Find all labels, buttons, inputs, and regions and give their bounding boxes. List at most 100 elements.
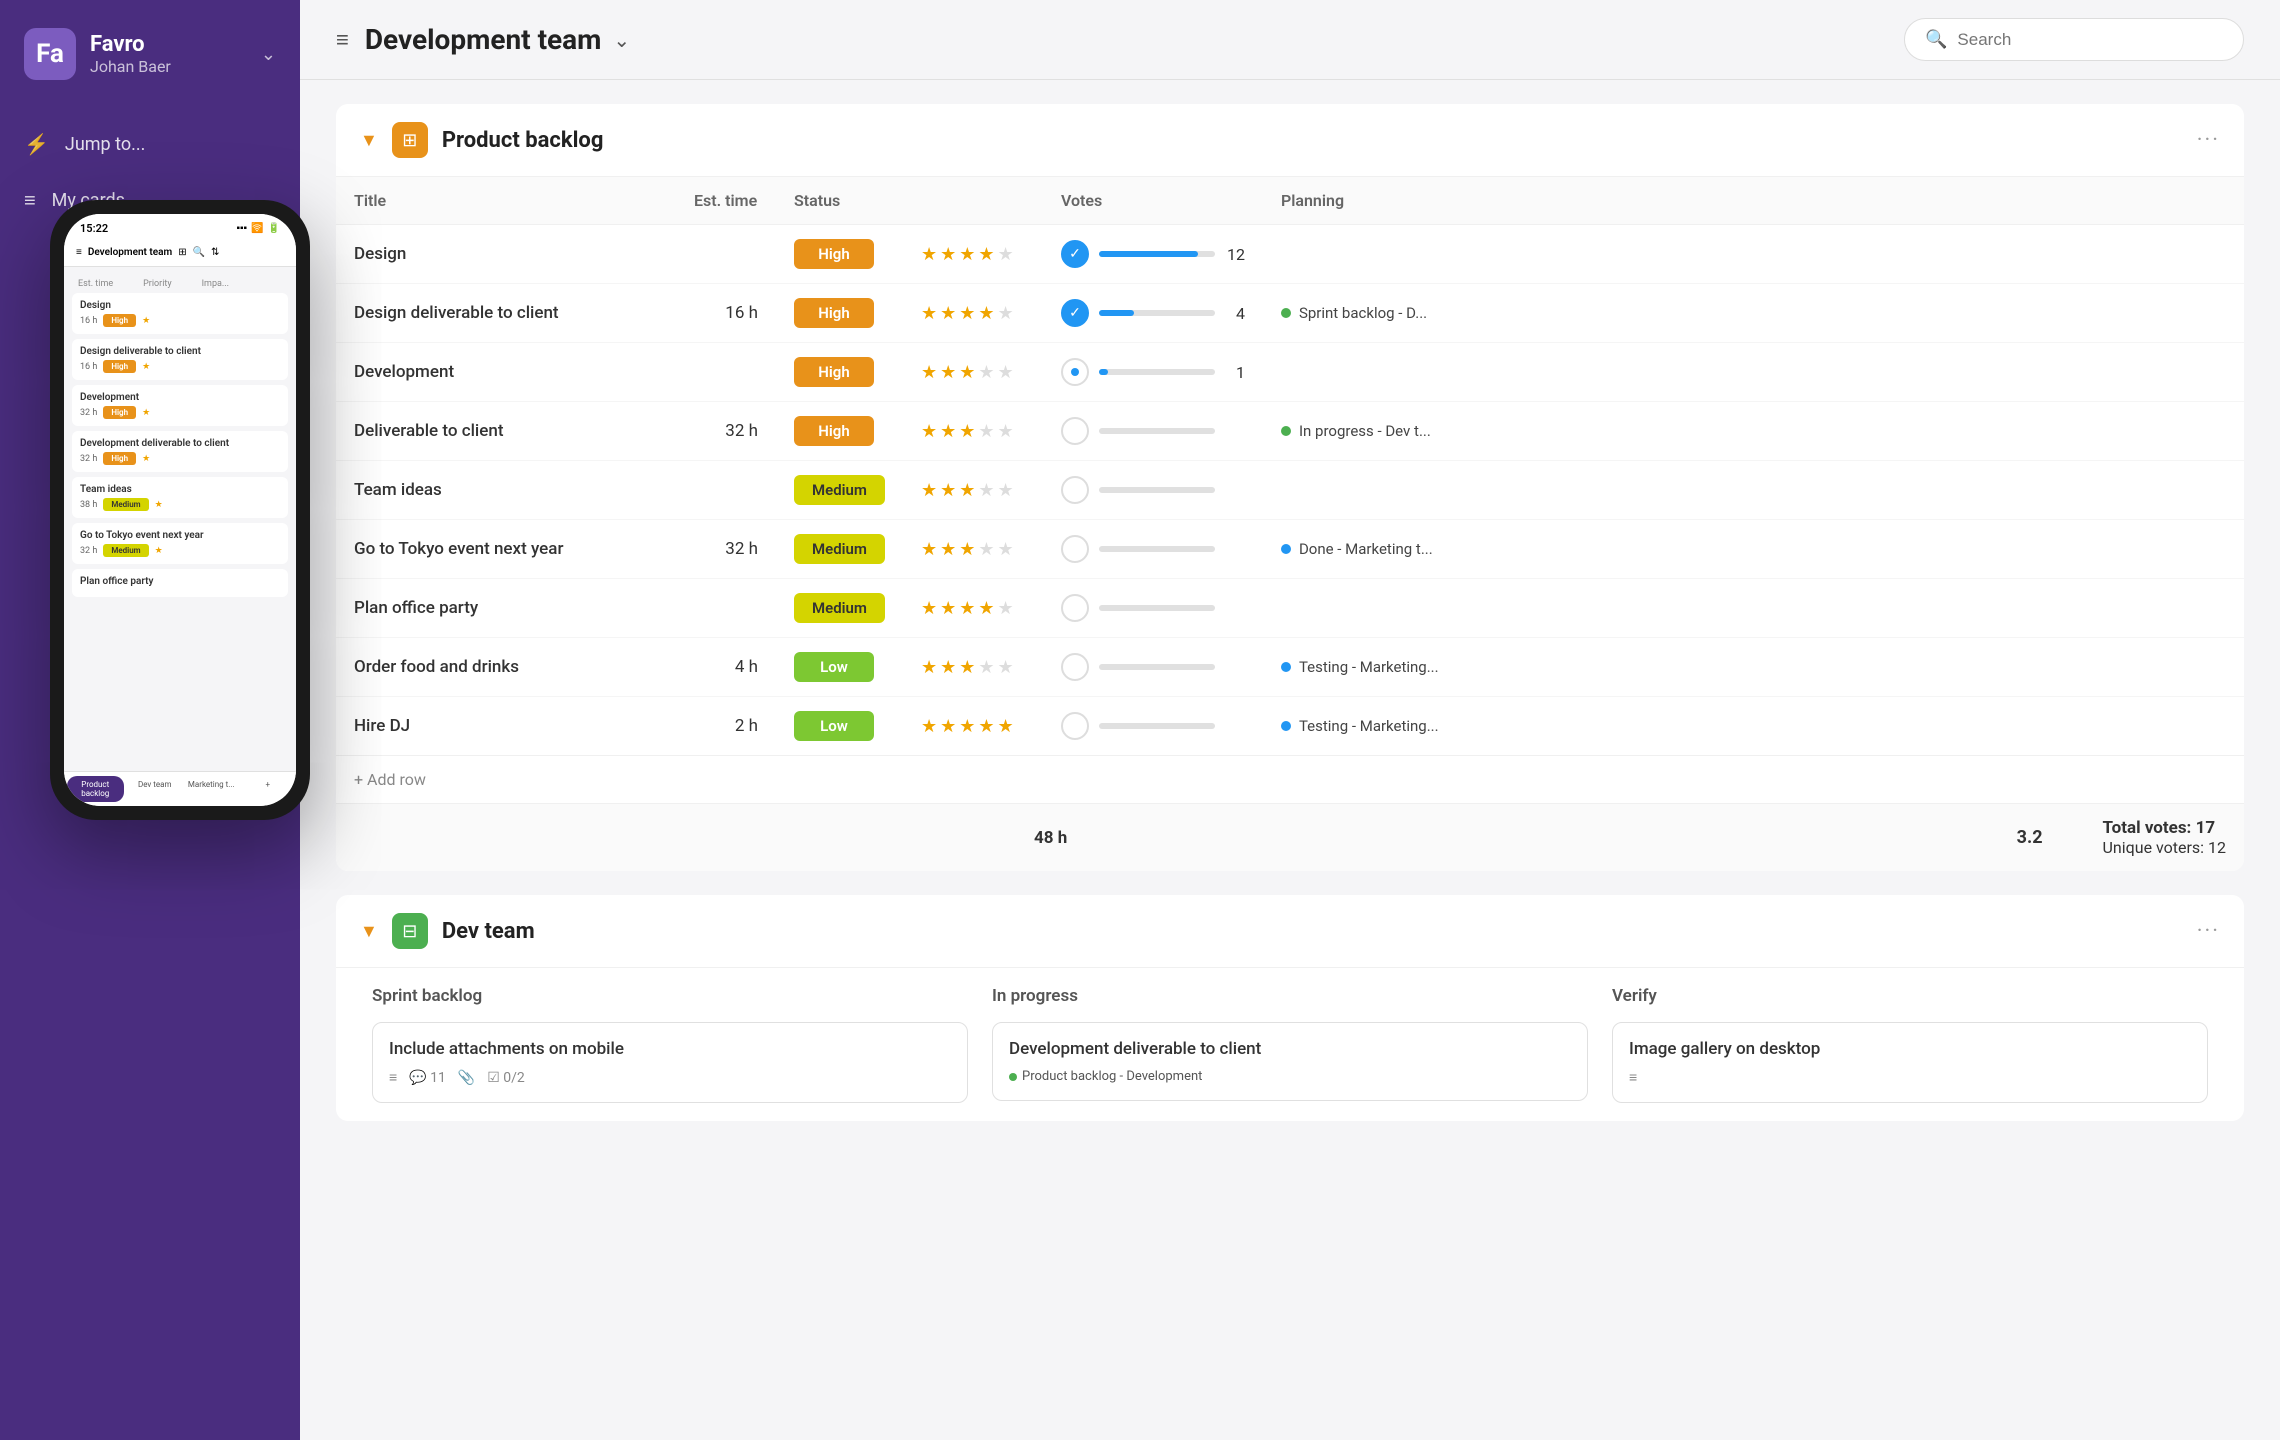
star-filled-icon[interactable]: ★	[921, 421, 937, 442]
star-filled-icon[interactable]: ★	[940, 421, 956, 442]
phone-row[interactable]: Development deliverable to client32 hHig…	[72, 431, 288, 472]
star-empty-icon[interactable]: ★	[998, 362, 1014, 383]
vote-unchecked-icon[interactable]	[1061, 358, 1089, 386]
row-votes[interactable]	[1043, 520, 1263, 579]
star-filled-icon[interactable]: ★	[959, 244, 975, 265]
vote-unchecked-icon[interactable]	[1061, 653, 1089, 681]
star-empty-icon[interactable]: ★	[998, 480, 1014, 501]
row-stars[interactable]: ★★★★★	[903, 638, 1043, 697]
row-status[interactable]: Medium	[776, 520, 903, 579]
row-status[interactable]: Medium	[776, 461, 903, 520]
star-empty-icon[interactable]: ★	[978, 539, 994, 560]
row-stars[interactable]: ★★★★★	[903, 579, 1043, 638]
row-votes[interactable]	[1043, 402, 1263, 461]
star-filled-icon[interactable]: ★	[940, 303, 956, 324]
row-planning[interactable]	[1263, 579, 2244, 638]
star-filled-icon[interactable]: ★	[940, 362, 956, 383]
star-filled-icon[interactable]: ★	[940, 480, 956, 501]
phone-row[interactable]: Team ideas38 hMedium★	[72, 477, 288, 518]
row-planning[interactable]: Sprint backlog - D...	[1263, 284, 2244, 343]
star-filled-icon[interactable]: ★	[959, 421, 975, 442]
star-filled-icon[interactable]: ★	[921, 244, 937, 265]
collapse-arrow-icon[interactable]: ▼	[360, 130, 378, 151]
star-filled-icon[interactable]: ★	[959, 598, 975, 619]
menu-icon[interactable]: ≡	[336, 27, 349, 53]
star-filled-icon[interactable]: ★	[959, 539, 975, 560]
row-status[interactable]: High	[776, 402, 903, 461]
star-filled-icon[interactable]: ★	[921, 480, 937, 501]
phone-row[interactable]: Development32 hHigh★	[72, 385, 288, 426]
row-votes[interactable]: ✓12	[1043, 225, 1263, 284]
dev-collapse-arrow-icon[interactable]: ▼	[360, 921, 378, 942]
row-status[interactable]: High	[776, 284, 903, 343]
star-empty-icon[interactable]: ★	[998, 244, 1014, 265]
row-status[interactable]: Low	[776, 697, 903, 756]
star-filled-icon[interactable]: ★	[940, 657, 956, 678]
row-title[interactable]: Development	[336, 343, 676, 402]
phone-row[interactable]: Go to Tokyo event next year32 hMedium★	[72, 523, 288, 564]
star-filled-icon[interactable]: ★	[978, 244, 994, 265]
add-row-button[interactable]: + Add row	[336, 755, 2244, 803]
star-filled-icon[interactable]: ★	[921, 303, 937, 324]
row-planning[interactable]: In progress - Dev t...	[1263, 402, 2244, 461]
kanban-card[interactable]: Include attachments on mobile≡💬 11📎☑ 0/2	[372, 1022, 968, 1103]
star-empty-icon[interactable]: ★	[978, 480, 994, 501]
row-status[interactable]: High	[776, 225, 903, 284]
star-empty-icon[interactable]: ★	[978, 421, 994, 442]
section-more-icon[interactable]: ···	[2197, 128, 2220, 153]
row-votes[interactable]	[1043, 579, 1263, 638]
star-filled-icon[interactable]: ★	[959, 362, 975, 383]
kanban-card[interactable]: Development deliverable to clientProduct…	[992, 1022, 1588, 1101]
sidebar-item-jump-to[interactable]: ⚡ Jump to...	[0, 116, 300, 172]
row-votes[interactable]: ✓4	[1043, 284, 1263, 343]
row-title[interactable]: Design deliverable to client	[336, 284, 676, 343]
phone-row[interactable]: Design16 hHigh★	[72, 293, 288, 334]
row-stars[interactable]: ★★★★★	[903, 402, 1043, 461]
kanban-card[interactable]: Image gallery on desktop≡	[1612, 1022, 2208, 1103]
row-votes[interactable]: 1	[1043, 343, 1263, 402]
phone-tab-product-backlog[interactable]: Product backlog	[67, 776, 124, 802]
row-title[interactable]: Plan office party	[336, 579, 676, 638]
row-planning[interactable]	[1263, 225, 2244, 284]
star-filled-icon[interactable]: ★	[978, 303, 994, 324]
star-filled-icon[interactable]: ★	[940, 244, 956, 265]
star-empty-icon[interactable]: ★	[998, 657, 1014, 678]
star-filled-icon[interactable]: ★	[921, 539, 937, 560]
dev-section-more-icon[interactable]: ···	[2197, 919, 2220, 944]
row-planning[interactable]: Testing - Marketing...	[1263, 697, 2244, 756]
row-status[interactable]: Low	[776, 638, 903, 697]
vote-unchecked-icon[interactable]	[1061, 417, 1089, 445]
star-filled-icon[interactable]: ★	[940, 598, 956, 619]
row-stars[interactable]: ★★★★★	[903, 697, 1043, 756]
star-filled-icon[interactable]: ★	[940, 716, 956, 737]
vote-unchecked-icon[interactable]	[1061, 535, 1089, 563]
topbar-chevron-icon[interactable]: ⌄	[613, 28, 630, 52]
row-planning[interactable]: Testing - Marketing...	[1263, 638, 2244, 697]
star-empty-icon[interactable]: ★	[998, 421, 1014, 442]
row-status[interactable]: Medium	[776, 579, 903, 638]
vote-unchecked-icon[interactable]	[1061, 712, 1089, 740]
row-title[interactable]: Hire DJ	[336, 697, 676, 756]
row-status[interactable]: High	[776, 343, 903, 402]
row-title[interactable]: Design	[336, 225, 676, 284]
phone-tab-marketing-t...[interactable]: Marketing t...	[183, 776, 240, 802]
row-votes[interactable]	[1043, 461, 1263, 520]
phone-tab-dev-team[interactable]: Dev team	[127, 776, 184, 802]
star-filled-icon[interactable]: ★	[921, 716, 937, 737]
row-stars[interactable]: ★★★★★	[903, 520, 1043, 579]
vote-checked-icon[interactable]: ✓	[1061, 240, 1089, 268]
star-filled-icon[interactable]: ★	[959, 657, 975, 678]
star-filled-icon[interactable]: ★	[959, 480, 975, 501]
star-empty-icon[interactable]: ★	[998, 598, 1014, 619]
search-input[interactable]	[1957, 30, 2223, 50]
vote-checked-icon[interactable]: ✓	[1061, 299, 1089, 327]
vote-unchecked-icon[interactable]	[1061, 594, 1089, 622]
star-filled-icon[interactable]: ★	[978, 716, 994, 737]
star-filled-icon[interactable]: ★	[959, 303, 975, 324]
row-title[interactable]: Order food and drinks	[336, 638, 676, 697]
phone-row[interactable]: Design deliverable to client16 hHigh★	[72, 339, 288, 380]
row-title[interactable]: Deliverable to client	[336, 402, 676, 461]
star-filled-icon[interactable]: ★	[959, 716, 975, 737]
row-title[interactable]: Team ideas	[336, 461, 676, 520]
phone-tab-+[interactable]: +	[240, 776, 297, 802]
